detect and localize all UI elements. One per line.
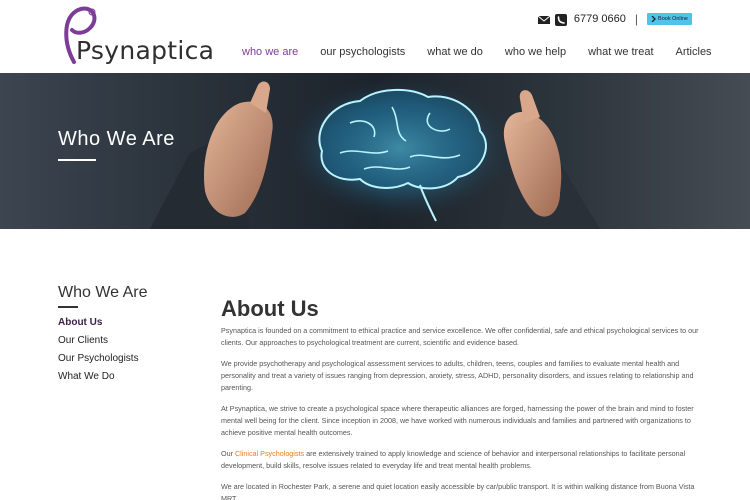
clinical-psychologists-link[interactable]: Clinical Psychologists	[235, 449, 304, 458]
phone-number[interactable]: 6779 0660	[574, 13, 626, 25]
left-hand-shape	[203, 101, 273, 217]
about-content: Psynaptica is founded on a commitment to…	[221, 325, 701, 500]
paragraph-psychologists: Our Clinical Psychologists are extensive…	[221, 448, 701, 472]
paragraph-location: We are located in Rochester Park, a sere…	[221, 481, 695, 500]
nav-what-we-do[interactable]: what we do	[427, 46, 483, 58]
contact-bar: 6779 0660 | Book Online	[537, 12, 692, 26]
paragraph-mission: At Psynaptica, we strive to create a psy…	[221, 403, 694, 438]
book-online-label: Book Online	[658, 16, 688, 22]
nav-what-we-treat[interactable]: what we treat	[588, 46, 653, 58]
book-online-button[interactable]: Book Online	[647, 13, 692, 25]
nav-articles[interactable]: Articles	[676, 46, 712, 58]
sidebar-item-our-clients[interactable]: Our Clients	[58, 335, 139, 353]
main-nav: who we are our psychologists what we do …	[242, 46, 734, 58]
nav-our-psychologists[interactable]: our psychologists	[320, 46, 405, 58]
paragraph-intro: Psynaptica is founded on a commitment to…	[221, 326, 699, 348]
envelope-icon[interactable]	[537, 13, 551, 25]
phone-icon[interactable]	[554, 13, 567, 26]
sidebar-title-underline	[58, 306, 78, 308]
page-title: About Us	[221, 296, 319, 321]
sidebar-nav: About Us Our Clients Our Psychologists W…	[58, 317, 139, 389]
sidebar-item-our-psychologists[interactable]: Our Psychologists	[58, 353, 139, 371]
separator: |	[634, 12, 639, 26]
paragraph-services: We provide psychotherapy and psychologic…	[221, 358, 694, 393]
site-header: Psynaptica 6779 0660 | Book Online who w…	[0, 0, 750, 73]
hero-banner: Who We Are	[0, 73, 750, 229]
hero-title-underline	[58, 159, 96, 161]
nav-who-we-are[interactable]: who we are	[242, 46, 298, 58]
sidebar-title: Who We Are	[58, 284, 148, 301]
hero-title: Who We Are	[58, 128, 175, 150]
site-logo[interactable]: Psynaptica	[56, 4, 214, 68]
nav-who-we-help[interactable]: who we help	[505, 46, 566, 58]
chevron-right-icon	[651, 16, 656, 22]
sidebar-item-what-we-do[interactable]: What We Do	[58, 371, 139, 389]
sidebar-item-about-us[interactable]: About Us	[58, 317, 139, 335]
hero-image	[150, 73, 600, 229]
logo-text: Psynaptica	[76, 36, 215, 65]
paragraph-prefix: Our	[221, 448, 235, 458]
